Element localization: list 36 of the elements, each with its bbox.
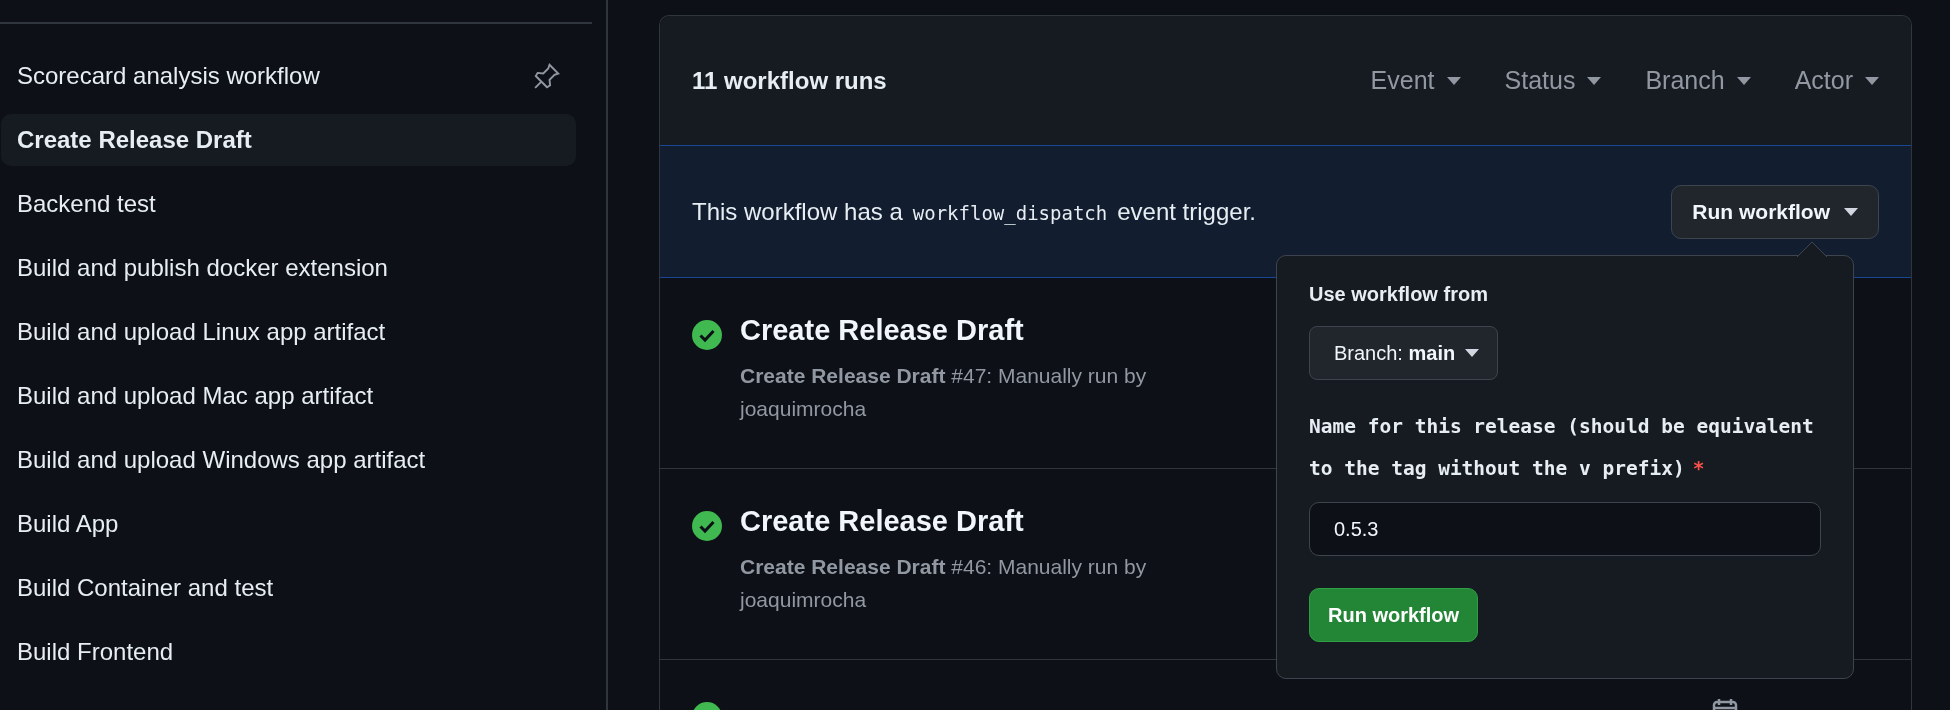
sidebar-item[interactable]: Build App [1, 498, 576, 550]
run-title[interactable]: Create Release Draft [740, 314, 1180, 347]
input-label: Name for this release (should be equivalent to the tag without the v prefix) * [1309, 414, 1815, 482]
pin-icon[interactable] [532, 61, 562, 91]
sidebar-item[interactable]: Scorecard analysis workflow [1, 50, 576, 102]
sidebar-item[interactable]: Build and upload Mac app artifact [1, 370, 576, 422]
filter-dropdown[interactable]: Actor [1794, 66, 1879, 95]
check-circle-icon [692, 511, 722, 541]
sidebar-item[interactable]: Build Frontend [1, 626, 576, 678]
run-workflow-dropdown[interactable]: Run workflow [1671, 184, 1879, 239]
caret-icon [1736, 76, 1751, 85]
caret-icon [1465, 349, 1480, 357]
required-marker: * [1692, 457, 1705, 480]
filter-dropdown[interactable]: Status [1504, 66, 1602, 95]
caret-icon [1865, 76, 1879, 85]
sidebar-item[interactable]: Build and publish docker extension [1, 242, 576, 294]
sidebar-item[interactable]: Create Release Draft [1, 114, 576, 166]
sidebar-item[interactable]: Backend test [1, 178, 576, 230]
sidebar-item[interactable]: Build and upload Windows app artifact [1, 434, 576, 486]
check-circle-icon [692, 320, 722, 350]
run-description: Create Release Draft #47: Manually run by joaquimrocha [740, 363, 1148, 422]
sidebar-item[interactable]: Build and upload Linux app artifact [1, 306, 576, 358]
branch-dropdown[interactable]: Branch: main [1309, 326, 1499, 380]
run-workflow-button[interactable]: Run workflow [1309, 588, 1479, 642]
filter-dropdown[interactable]: Branch [1645, 66, 1751, 95]
caret-icon [1844, 207, 1858, 216]
sidebar-item[interactable]: Build Container and test [1, 562, 576, 614]
run-title[interactable]: Create Release Draft [740, 505, 1180, 538]
run-description: Create Release Draft #46: Manually run by joaquimrocha [740, 554, 1148, 613]
caret-icon [1446, 76, 1461, 85]
runs-count: 11 workflow runs [692, 66, 887, 95]
caret-icon [1587, 76, 1602, 85]
dispatch-text: This workflow has a workflow_dispatch event trigger. [692, 197, 1256, 226]
popup-title: Use workflow from [1309, 283, 1488, 306]
filter-dropdown[interactable]: Event [1370, 66, 1461, 95]
input-field[interactable]: 0.5.3 [1309, 502, 1821, 556]
